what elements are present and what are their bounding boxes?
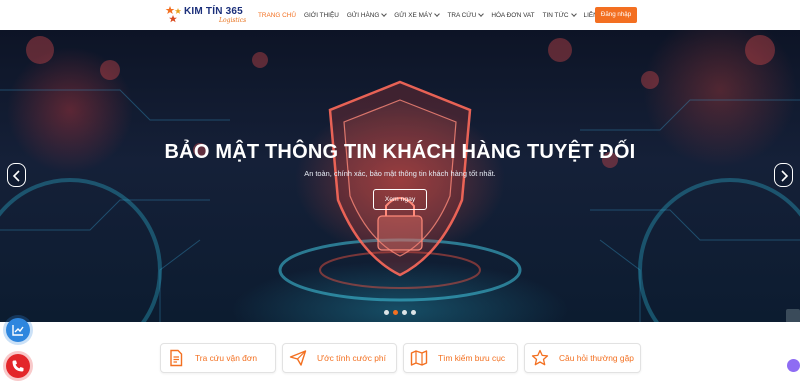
nav-label: GỬI HÀNG — [346, 11, 380, 19]
quick-link-find-post-office[interactable]: Tìm kiếm bưu cục — [403, 343, 518, 373]
quick-access-bar: Tra cứu vận đơn Ước tính cước phí Tìm ki… — [0, 322, 800, 386]
chevron-down-icon — [570, 11, 577, 17]
slider-dot[interactable] — [402, 310, 407, 315]
chevron-left-icon — [12, 170, 20, 182]
slider-pagination — [384, 310, 420, 316]
hero-title: BẢO MẬT THÔNG TIN KHÁCH HÀNG TUYỆT ĐỐI — [164, 141, 636, 163]
login-button[interactable]: Đăng nhập — [595, 7, 637, 23]
nav-item-vat-invoice[interactable]: HÓA ĐƠN VAT — [491, 9, 534, 21]
map-icon — [410, 350, 428, 366]
hero-subtitle: An toàn, chính xác, bảo mật thông tin kh… — [304, 169, 496, 178]
nav-item-about[interactable]: GIỚI THIỆU — [304, 9, 339, 21]
logo-tagline: Logistics — [219, 17, 247, 24]
nav-item-lookup[interactable]: TRA CỨU — [447, 9, 485, 21]
hero-cta-button[interactable]: Xem ngay — [373, 189, 427, 210]
paper-plane-icon — [289, 350, 307, 366]
star-icon — [531, 349, 549, 366]
floating-chart-button[interactable] — [6, 318, 30, 342]
slider-dot[interactable] — [384, 310, 389, 315]
chevron-right-icon — [781, 170, 789, 182]
slider-prev-button[interactable] — [7, 163, 26, 187]
logo-brand-text: KIM TÍN 365 — [184, 6, 243, 17]
document-icon — [170, 349, 183, 367]
floating-call-button[interactable] — [6, 354, 30, 378]
nav-label: HÓA ĐƠN VAT — [491, 11, 535, 19]
quick-link-label: Tìm kiếm bưu cục — [438, 353, 506, 363]
nav-label: GỬI XE MÁY — [394, 11, 433, 19]
quick-link-label: Câu hỏi thường gặp — [559, 353, 634, 363]
nav-label: TRA CỨU — [447, 11, 477, 19]
chevron-down-icon — [381, 11, 388, 17]
nav-item-send-motorbike[interactable]: GỬI XE MÁY — [394, 9, 441, 21]
nav-item-home[interactable]: TRANG CHỦ — [258, 9, 296, 21]
chevron-down-icon — [478, 11, 485, 17]
nav-label: TRANG CHỦ — [258, 11, 296, 19]
quick-link-faq[interactable]: Câu hỏi thường gặp — [524, 343, 641, 373]
nav-item-news[interactable]: TIN TỨC — [542, 9, 577, 21]
main-nav: TRANG CHỦ GIỚI THIỆU GỬI HÀNG GỬI XE MÁY… — [258, 9, 616, 21]
recaptcha-badge[interactable] — [786, 309, 800, 322]
nav-label: TIN TỨC — [542, 11, 569, 19]
phone-icon — [12, 360, 24, 372]
quick-link-label: Ước tính cước phí — [317, 353, 386, 363]
slider-dot-active[interactable] — [393, 310, 398, 315]
chevron-down-icon — [434, 11, 441, 17]
site-header: KIM TÍN 365 Logistics TRANG CHỦ GIỚI THI… — [0, 0, 800, 30]
logo-stars-icon — [165, 6, 182, 23]
messenger-chat-icon[interactable] — [787, 359, 800, 372]
quick-link-label: Tra cứu vận đơn — [195, 353, 257, 363]
nav-item-send-goods[interactable]: GỬI HÀNG — [346, 9, 388, 21]
quick-link-estimate-fee[interactable]: Ước tính cước phí — [282, 343, 397, 373]
nav-label: GIỚI THIỆU — [304, 11, 339, 19]
chart-icon — [12, 325, 24, 336]
quick-link-track-shipment[interactable]: Tra cứu vận đơn — [160, 343, 276, 373]
kimtin-logo[interactable]: KIM TÍN 365 Logistics — [165, 4, 247, 26]
hero-slider: BẢO MẬT THÔNG TIN KHÁCH HÀNG TUYỆT ĐỐI A… — [0, 30, 800, 322]
slider-dot[interactable] — [411, 310, 416, 315]
slider-next-button[interactable] — [774, 163, 793, 187]
